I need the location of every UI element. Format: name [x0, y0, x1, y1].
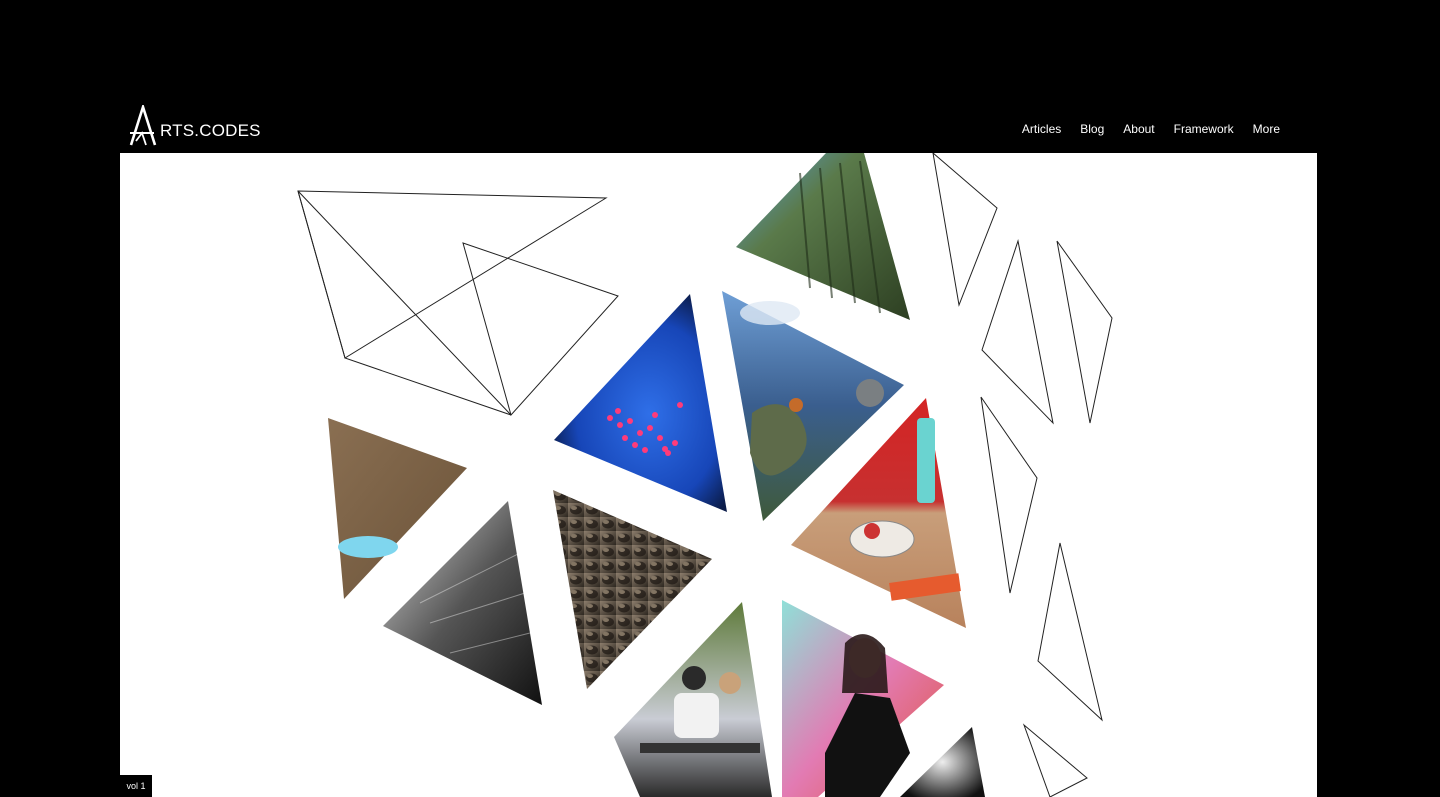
logo-text: RTS.CODES — [160, 121, 261, 140]
photo-tile-bw-fractal[interactable] — [900, 727, 985, 797]
nav-about[interactable]: About — [1123, 122, 1154, 136]
outline-triangle — [1037, 542, 1103, 722]
outline-triangle — [932, 153, 998, 307]
outline-triangle — [1022, 723, 1088, 797]
nav-more[interactable]: More — [1253, 122, 1280, 136]
collage-svg — [297, 153, 1113, 797]
outline-triangle — [1056, 240, 1113, 424]
volume-badge: vol 1 — [120, 775, 152, 797]
outline-triangle — [980, 396, 1038, 594]
hero-triangle-collage — [120, 153, 1317, 797]
site-header: RTS.CODES Articles Blog About Framework … — [120, 100, 1317, 153]
main-nav: Articles Blog About Framework More — [1022, 122, 1280, 136]
logo-a-icon — [129, 105, 157, 146]
photo-tile-glitched-landscape[interactable] — [736, 153, 910, 320]
outline-triangle — [981, 239, 1054, 425]
outline-triangle — [297, 190, 512, 416]
nav-articles[interactable]: Articles — [1022, 122, 1061, 136]
outline-triangle — [297, 190, 608, 359]
nav-framework[interactable]: Framework — [1174, 122, 1234, 136]
photo-tile-portrait[interactable] — [782, 600, 944, 797]
site-logo[interactable]: RTS.CODES — [128, 105, 261, 147]
nav-blog[interactable]: Blog — [1080, 122, 1104, 136]
photo-tile-petri-dish[interactable] — [554, 294, 727, 512]
